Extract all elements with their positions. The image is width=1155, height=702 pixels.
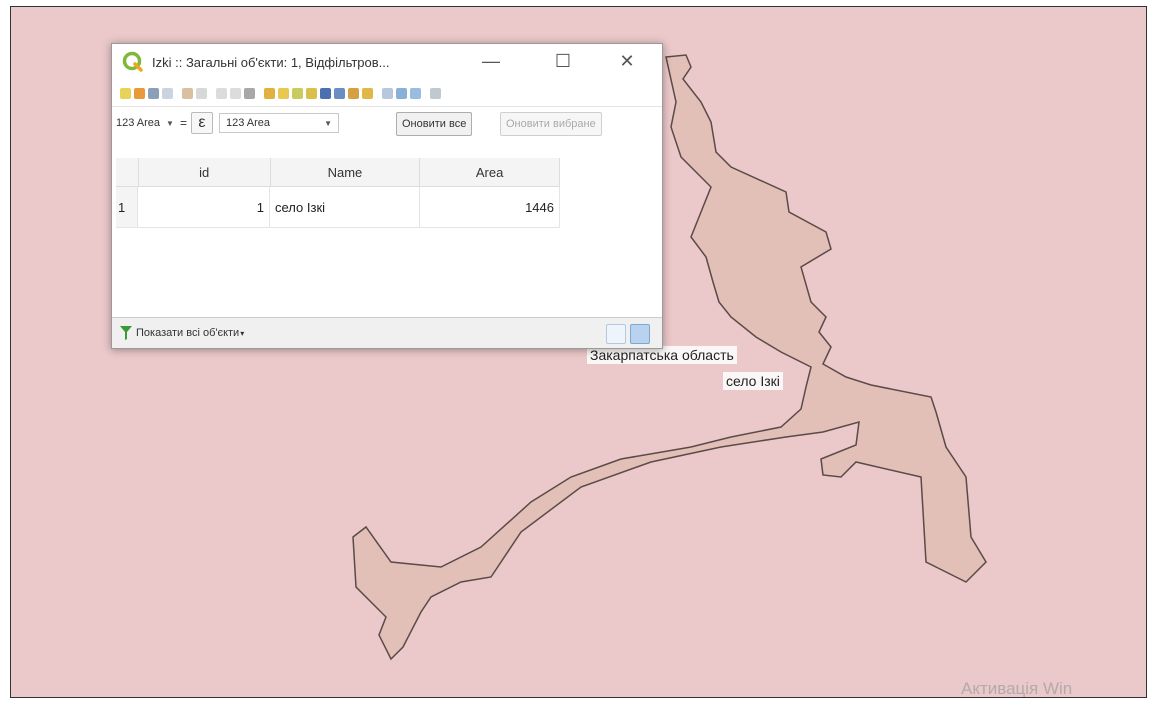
map-canvas[interactable]: Закарпатська область село Ізкі Активація…	[10, 6, 1147, 698]
chevron-down-icon: ▼	[166, 118, 174, 128]
window-titlebar[interactable]: Izki :: Загальні об'єкти: 1, Відфільтров…	[112, 44, 662, 80]
corner-cell[interactable]	[116, 158, 139, 186]
field-calculator-icon[interactable]	[410, 87, 421, 99]
filter-icon	[120, 326, 132, 340]
cell-name[interactable]: село Ізкі	[270, 187, 420, 227]
add-feature-icon[interactable]	[182, 87, 193, 99]
cut-icon[interactable]	[216, 87, 227, 99]
filter-select-icon[interactable]	[320, 87, 331, 99]
activation-watermark: Активація Win	[961, 679, 1073, 698]
cell-area[interactable]: 1446	[420, 187, 560, 227]
reload-icon[interactable]	[162, 87, 173, 99]
map-label-village: село Ізкі	[723, 372, 783, 390]
close-button[interactable]: ✕	[612, 48, 642, 74]
attribute-table: id Name Area 1 1 село Ізкі 1446	[116, 158, 560, 228]
status-bar: Показати всі об'єкти ▾	[112, 317, 662, 348]
move-selection-top-icon[interactable]	[334, 87, 345, 99]
multi-edit-icon[interactable]	[134, 87, 145, 99]
zoom-to-selected-icon[interactable]	[362, 87, 373, 99]
pan-to-selected-icon[interactable]	[348, 87, 359, 99]
show-all-features-button[interactable]: Показати всі об'єкти ▾	[120, 326, 244, 340]
field-combo-label: 123 Area	[225, 117, 271, 129]
expression-builder-button[interactable]: ε	[190, 112, 213, 134]
delete-field-icon[interactable]	[396, 87, 407, 99]
attribute-toolbar	[112, 80, 662, 107]
dropdown-arrow-icon: ▾	[240, 328, 245, 338]
save-edits-icon[interactable]	[148, 87, 159, 99]
field-selector-label: 123 Area	[116, 117, 161, 129]
show-all-features-label: Показати всі об'єкти	[136, 327, 240, 339]
form-view-button[interactable]	[606, 324, 626, 344]
table-row[interactable]: 1 1 село Ізкі 1446	[116, 187, 560, 228]
table-view-button[interactable]	[630, 324, 650, 344]
window-title: Izki :: Загальні об'єкти: 1, Відфільтров…	[152, 54, 390, 70]
column-header-name[interactable]: Name	[271, 158, 421, 186]
equals-sign: =	[179, 116, 187, 130]
attribute-table-window[interactable]: Izki :: Загальні об'єкти: 1, Відфільтров…	[111, 43, 663, 349]
select-expression-icon[interactable]	[264, 87, 275, 99]
paste-icon[interactable]	[244, 87, 255, 99]
select-all-icon[interactable]	[278, 87, 289, 99]
update-all-button[interactable]: Оновити все	[396, 112, 473, 136]
deselect-icon[interactable]	[306, 87, 317, 99]
toggle-editing-icon[interactable]	[120, 87, 131, 99]
copy-icon[interactable]	[230, 87, 241, 99]
chevron-down-icon: ▼	[324, 118, 332, 128]
column-header-area[interactable]: Area	[420, 158, 560, 186]
maximize-button[interactable]: ☐	[548, 48, 578, 74]
expression-bar: 123 Area ▼ = ε 123 Area ▼ Оновити все Он…	[112, 107, 662, 139]
row-number[interactable]: 1	[116, 187, 138, 227]
field-combo[interactable]: 123 Area ▼	[218, 113, 339, 133]
table-header-row: id Name Area	[116, 158, 560, 187]
column-header-id[interactable]: id	[139, 158, 271, 186]
qgis-icon	[122, 51, 143, 72]
new-field-icon[interactable]	[382, 87, 393, 99]
minimize-button[interactable]: —	[476, 48, 506, 74]
update-selected-button[interactable]: Оновити вибране	[500, 112, 602, 136]
invert-selection-icon[interactable]	[292, 87, 303, 99]
delete-feature-icon[interactable]	[196, 87, 207, 99]
conditional-formatting-icon[interactable]	[430, 87, 441, 99]
field-selector[interactable]: 123 Area ▼	[116, 113, 174, 133]
cell-id[interactable]: 1	[138, 187, 270, 227]
